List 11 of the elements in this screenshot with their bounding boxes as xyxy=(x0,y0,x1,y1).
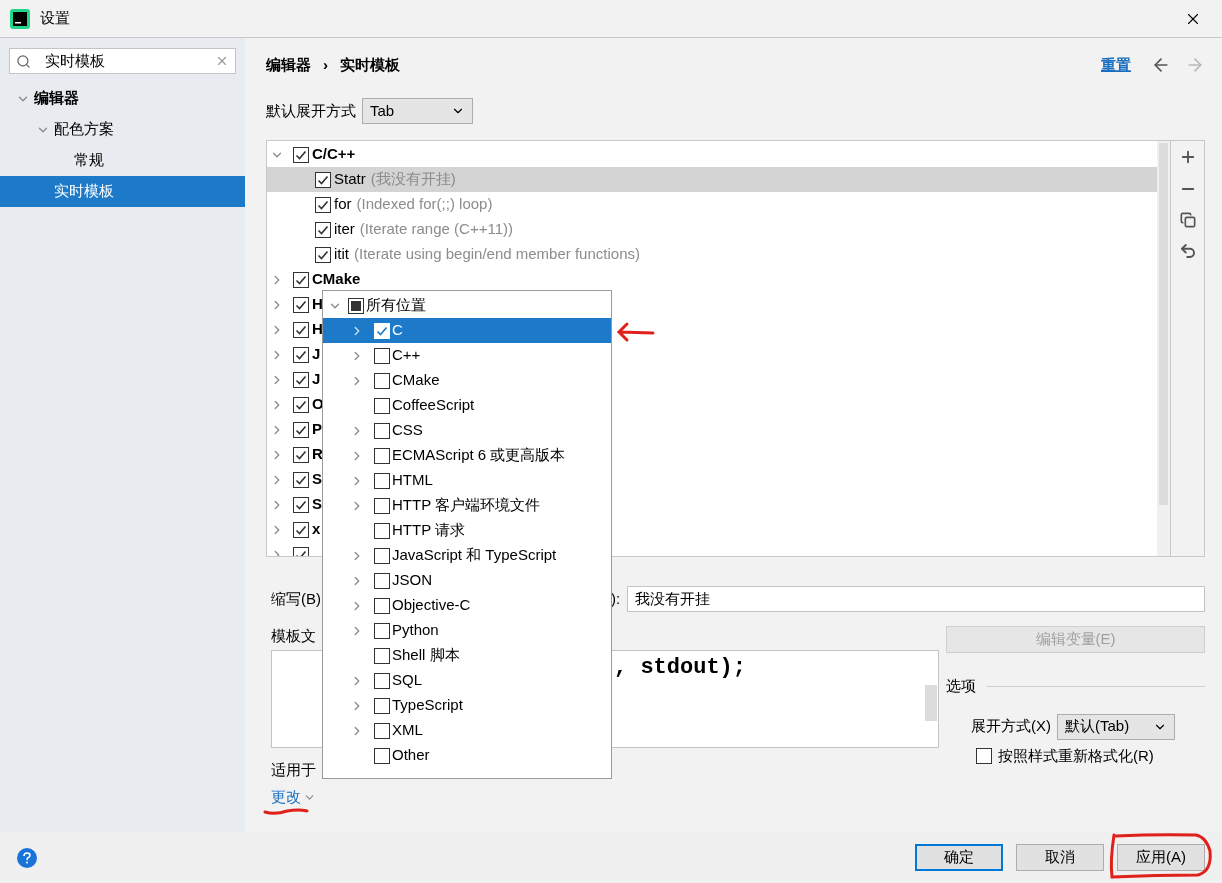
section-title: 选项 xyxy=(946,676,976,696)
field-label: 展开方式(X) xyxy=(971,716,1051,737)
breadcrumb-item: 实时模板 xyxy=(340,54,400,75)
field-label: 模板文 xyxy=(271,626,316,646)
field-label: 默认展开方式 xyxy=(266,100,356,121)
code-text: , stdout); xyxy=(614,655,747,680)
window-title: 设置 xyxy=(40,8,70,29)
field-label: 缩写(B) xyxy=(271,588,321,609)
field-label: ): xyxy=(611,588,621,609)
field-label: 适用于 xyxy=(271,760,316,780)
breadcrumb-separator: › xyxy=(323,54,328,75)
